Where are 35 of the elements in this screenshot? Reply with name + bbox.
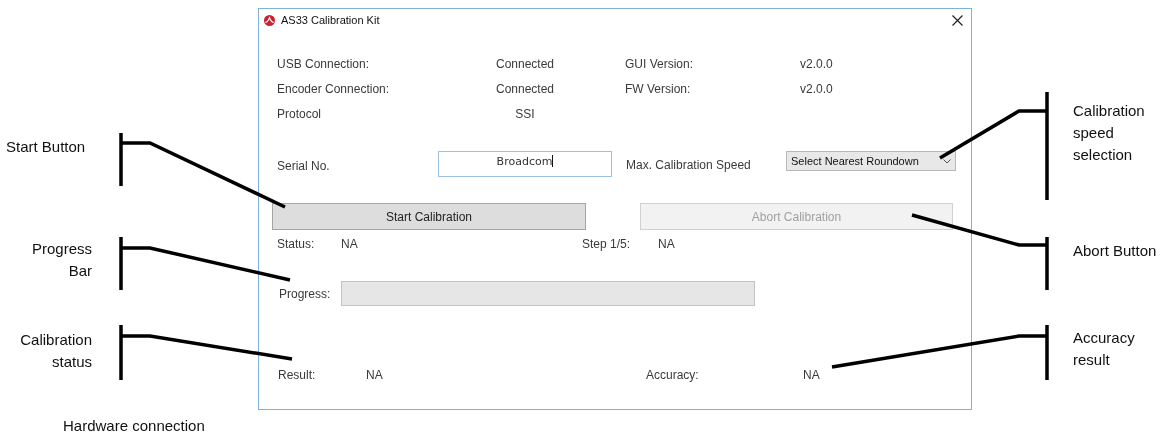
window-title: AS33 Calibration Kit — [281, 14, 380, 26]
step-label: Step 1/5: — [582, 237, 631, 251]
field-label: GUI Version: — [625, 57, 694, 71]
callout-label: Calibration speed selection — [1073, 101, 1145, 165]
field-value: Connected — [495, 82, 554, 96]
accuracy-value: NA — [803, 368, 820, 382]
figure-caption: Hardware connection — [63, 416, 205, 436]
field-label: Protocol — [277, 107, 322, 121]
status-value: NA — [341, 237, 358, 251]
callout-label: Start Button — [6, 137, 87, 157]
speed-dropdown[interactable]: Select Nearest Roundown — [786, 151, 956, 171]
close-icon[interactable] — [952, 14, 963, 26]
progress-label: Progress: — [279, 286, 331, 301]
field-value: v2.0.0 — [800, 82, 833, 96]
field-value: Connected — [495, 57, 554, 71]
accuracy-label: Accuracy: — [646, 368, 699, 382]
step-value: NA — [658, 237, 675, 251]
field-value: SSI — [515, 107, 535, 121]
chevron-icon — [943, 158, 951, 164]
callout-label: Progress Bar — [30, 239, 92, 281]
field-label: FW Version: — [625, 82, 691, 96]
callout-label: Abort Button — [1073, 241, 1157, 261]
field-label: Encoder Connection: — [277, 82, 390, 96]
result-label: Result: — [278, 368, 316, 382]
status-label: Status: — [277, 237, 315, 251]
serial-label: Serial No. — [277, 159, 330, 173]
callout-label: Calibration status — [19, 330, 92, 372]
start-button[interactable]: Start Calibration — [272, 203, 586, 230]
callout-label: Accuracy result — [1073, 328, 1135, 370]
field-value: v2.0.0 — [800, 57, 833, 71]
serial-input[interactable]: Broadcom — [438, 151, 612, 177]
field-label: USB Connection: — [277, 57, 370, 71]
logo-icon — [264, 14, 275, 26]
result-value: NA — [366, 368, 383, 382]
speed-label: Max. Calibration Speed — [626, 158, 751, 172]
